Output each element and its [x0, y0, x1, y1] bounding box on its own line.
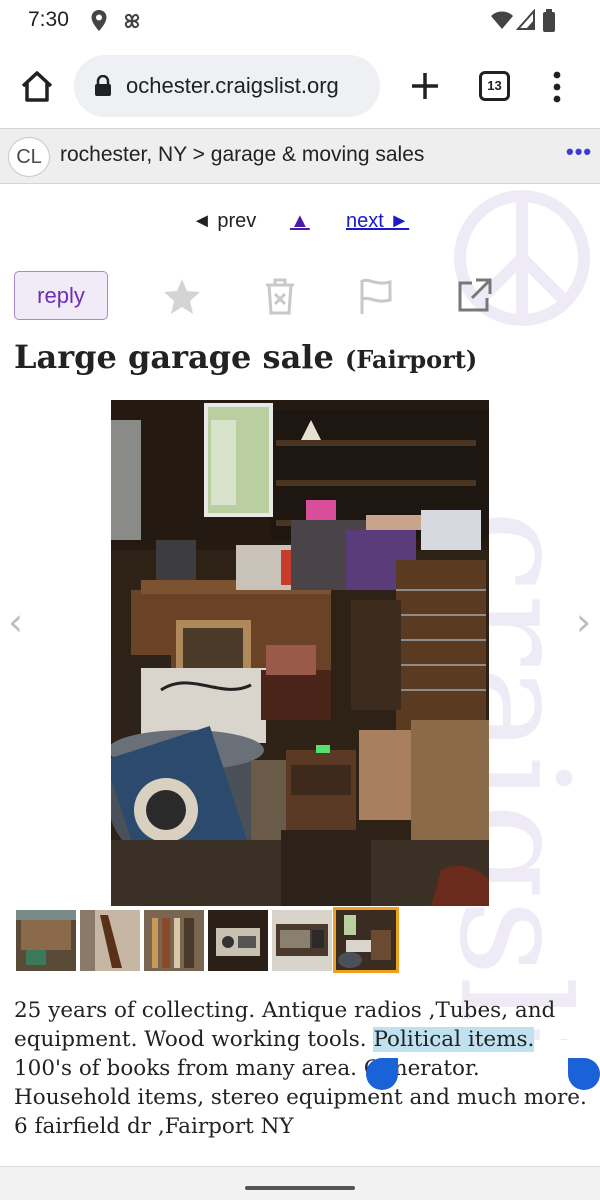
url-bar[interactable]: ochester.craigslist.org: [74, 55, 380, 117]
lock-icon: [94, 74, 112, 102]
signal-icon: [515, 8, 536, 36]
pinwheel-icon: [120, 9, 144, 38]
home-icon: [21, 71, 53, 102]
post-body-text-rest: 100's of books from many area. Generator…: [14, 1056, 587, 1139]
battery-icon: [542, 9, 556, 38]
craigslist-logo[interactable]: CL: [8, 137, 50, 177]
home-button[interactable]: [18, 68, 56, 106]
site-header: CL rochester, NY > garage & moving sales…: [0, 128, 600, 184]
selection-end-handle[interactable]: [568, 1058, 600, 1090]
next-link[interactable]: next ►: [346, 210, 409, 233]
gallery-thumbnail[interactable]: [208, 910, 268, 971]
breadcrumb[interactable]: rochester, NY > garage & moving sales: [60, 143, 424, 167]
share-icon[interactable]: [454, 276, 494, 316]
status-time: 7:30: [28, 8, 69, 31]
status-bar: 7:30: [0, 0, 600, 44]
wifi-icon: [490, 9, 514, 36]
reply-button[interactable]: reply: [14, 271, 108, 320]
gallery-thumbnail[interactable]: [144, 910, 204, 971]
star-icon[interactable]: [162, 276, 202, 316]
gallery-thumbnail[interactable]: [16, 910, 76, 971]
more-menu-button[interactable]: •••: [566, 139, 592, 165]
kebab-menu-icon[interactable]: [548, 71, 566, 103]
location-icon: [90, 9, 108, 38]
post-location: (Fairport): [344, 345, 478, 374]
selected-text[interactable]: Political items.: [373, 1027, 535, 1052]
listing-photo[interactable]: [111, 400, 489, 906]
browser-toolbar: ochester.craigslist.org 13: [0, 44, 600, 128]
gallery-thumbnail-active[interactable]: [333, 907, 399, 973]
gallery-thumbnail[interactable]: [272, 910, 332, 971]
map-preview-strip: [0, 1166, 600, 1200]
tab-switcher-button[interactable]: 13: [479, 71, 510, 101]
gesture-navigation-bar[interactable]: [245, 1186, 355, 1190]
url-text: ochester.craigslist.org: [126, 73, 339, 98]
up-link[interactable]: ▲: [290, 210, 310, 233]
new-tab-button[interactable]: [408, 69, 442, 103]
flag-icon[interactable]: [356, 276, 396, 316]
post-body: 25 years of collecting. Antique radios ,…: [14, 996, 594, 1141]
gallery-next-button[interactable]: ›: [576, 600, 591, 644]
plus-icon: [412, 73, 438, 99]
prev-link[interactable]: ◄ prev: [192, 210, 256, 233]
post-title: Large garage sale (Fairport): [14, 338, 477, 376]
selection-start-handle[interactable]: [366, 1058, 398, 1090]
gallery-prev-button[interactable]: ‹: [8, 600, 23, 644]
trash-icon[interactable]: [260, 276, 300, 316]
gallery-thumbnail[interactable]: [80, 910, 140, 971]
post-title-text: Large garage sale: [14, 338, 334, 376]
